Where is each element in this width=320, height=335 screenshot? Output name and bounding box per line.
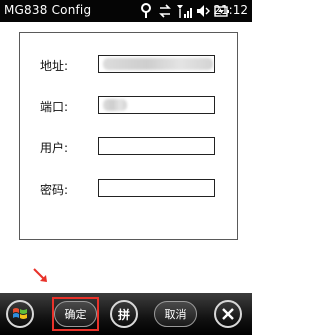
config-content: 地址: 端口: 用户: 密码: xyxy=(0,22,252,292)
password-input[interactable] xyxy=(98,179,215,197)
bottom-toolbar: 确定 拼 取消 xyxy=(0,293,252,335)
volume-icon xyxy=(196,2,210,24)
ok-button-highlight xyxy=(52,297,99,331)
address-redacted-value xyxy=(103,58,213,70)
signal-icon xyxy=(176,2,192,24)
port-label: 端口: xyxy=(40,100,69,114)
windows-flag-icon xyxy=(13,308,27,319)
input-method-button[interactable]: 拼 xyxy=(110,300,138,328)
port-redacted-value xyxy=(103,99,127,111)
user-input[interactable] xyxy=(98,137,215,155)
app-title: MG838 Config xyxy=(4,3,92,17)
sync-icon xyxy=(158,2,172,24)
gps-icon xyxy=(140,2,152,24)
password-label: 密码: xyxy=(40,183,69,197)
port-input[interactable] xyxy=(98,96,215,114)
address-label: 地址: xyxy=(40,59,69,73)
input-method-label: 拼 xyxy=(117,307,130,322)
cancel-button[interactable]: 取消 xyxy=(154,301,197,327)
close-icon xyxy=(222,308,234,320)
start-button[interactable] xyxy=(6,300,34,328)
status-bar: MG838 Config 21:12 xyxy=(0,0,252,22)
close-button[interactable] xyxy=(214,300,242,328)
address-input[interactable] xyxy=(98,55,215,73)
config-form-panel: 地址: 端口: 用户: 密码: xyxy=(19,32,238,240)
clock: 21:12 xyxy=(213,3,248,17)
annotation-arrow-icon xyxy=(33,268,47,282)
user-label: 用户: xyxy=(40,141,69,155)
